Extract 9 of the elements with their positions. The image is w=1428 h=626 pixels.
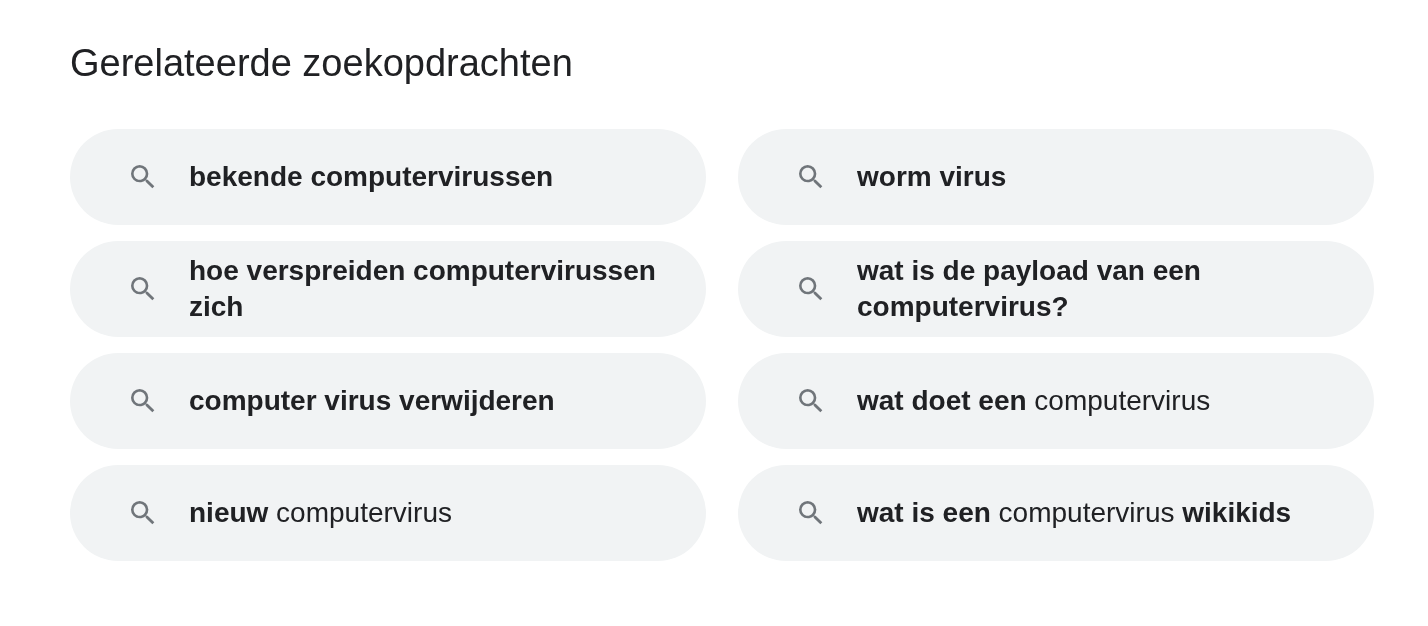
search-suggestion[interactable]: hoe verspreiden computervirussen zich	[70, 241, 706, 337]
search-suggestion[interactable]: worm virus	[738, 129, 1374, 225]
search-suggestion[interactable]: wat is de payload van een computervirus?	[738, 241, 1374, 337]
search-suggestion[interactable]: nieuw computervirus	[70, 465, 706, 561]
search-suggestion[interactable]: computer virus verwijderen	[70, 353, 706, 449]
search-suggestion[interactable]: wat is een computervirus wikikids	[738, 465, 1374, 561]
search-suggestion[interactable]: wat doet een computervirus	[738, 353, 1374, 449]
search-suggestion[interactable]: bekende computervirussen	[70, 129, 706, 225]
section-heading: Gerelateerde zoekopdrachten	[70, 41, 574, 86]
